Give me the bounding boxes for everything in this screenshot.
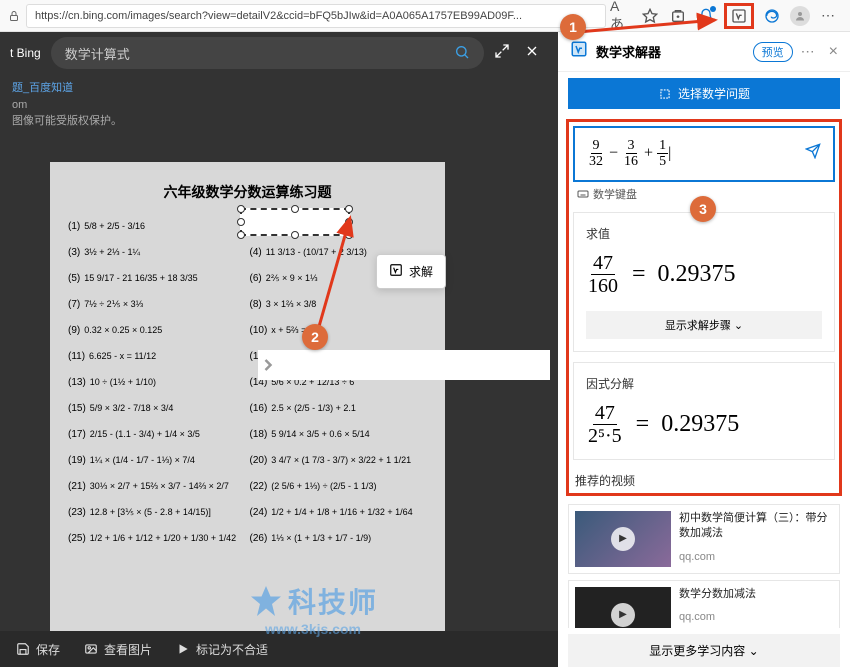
save-button[interactable]: 保存	[16, 641, 60, 658]
worksheet-problem: (25) 1/2 + 1/6 + 1/12 + 1/20 + 1/30 + 1/…	[68, 528, 246, 548]
toolbar-actions: ⋯	[634, 3, 844, 29]
video-item[interactable]: ▶ 初中数学简便计算（三）：带分数加减法 qq.com	[568, 504, 840, 574]
worksheet-problem: (7) 7½ ÷ 2⅕ × 3⅓	[68, 294, 246, 314]
profile-avatar[interactable]	[790, 6, 810, 26]
annotation-marker-1: 1	[560, 14, 586, 40]
search-icon[interactable]	[454, 44, 470, 63]
worksheet-problem: (5) 15 9/17 - 21 16/35 + 18 3/35	[68, 268, 246, 288]
notifications-icon[interactable]	[696, 6, 716, 26]
viewer-header: t Bing	[0, 32, 558, 74]
math-solver-panel: 数学求解器 预览 ⋯ × 选择数学问题 932 − 316 + 15|	[558, 32, 850, 667]
show-more-button[interactable]: 显示更多学习内容 ⌄	[568, 634, 840, 667]
worksheet-problem: (16) 2.5 × (2/5 - 1/3) + 2.1	[250, 398, 428, 418]
solve-popup[interactable]: 求解	[376, 254, 446, 289]
evaluate-card: 求值 47160 = 0.29375 显示求解步骤 ⌄	[573, 212, 835, 352]
video-item[interactable]: ▶ 数学分数加减法 qq.com	[568, 580, 840, 628]
worksheet-problem: (1) 5/8 + 2/5 - 3/16	[68, 216, 246, 236]
source-info: 题_百度知道 om 图像可能受版权保护。	[0, 74, 558, 136]
worksheet-problem: (19) 1¼ × (1/4 - 1/7 - 1⅓) × 7/4	[68, 450, 246, 470]
recommended-videos-title: 推荐的视频	[573, 472, 835, 489]
solve-label: 求解	[409, 263, 433, 280]
search-input[interactable]	[65, 46, 444, 61]
math-input-area[interactable]: 932 − 316 + 15|	[573, 126, 835, 182]
factor-result: 472⁵·5 = 0.29375	[586, 402, 822, 447]
worksheet-problem: (10) x + 5⅔ = 7.3	[250, 320, 428, 340]
worksheet-title: 六年级数学分数运算练习题	[68, 182, 427, 202]
video-thumbnail: ▶	[575, 587, 671, 628]
select-problem-button[interactable]: 选择数学问题	[568, 78, 840, 109]
worksheet-problem: (26) 1⅓ × (1 + 1/3 + 1/7 - 1/9)	[250, 528, 428, 548]
worksheet-problem: (21) 30⅓ × 2/7 + 15⅔ × 3/7 - 14⅔ × 2/7	[68, 476, 246, 496]
chevron-down-icon: ⌄	[749, 644, 759, 658]
show-steps-button[interactable]: 显示求解步骤 ⌄	[586, 311, 822, 339]
math-solver-launcher-highlight	[724, 3, 754, 29]
worksheet-problem: (23) 12.8 + [3⅕ × (5 - 2.8 + 14/15)]	[68, 502, 246, 522]
eval-label: 求值	[586, 225, 822, 242]
edge-icon[interactable]	[762, 6, 782, 26]
image-search-box[interactable]	[51, 37, 484, 69]
panel-close-icon[interactable]: ×	[829, 43, 838, 61]
collections-icon[interactable]	[668, 6, 688, 26]
viewer-bottom-bar: 保存 查看图片 标记为不合适	[0, 631, 558, 667]
factor-card: 因式分解 472⁵·5 = 0.29375	[573, 362, 835, 460]
reading-mode-icon[interactable]: Aあ	[610, 6, 630, 26]
annotation-marker-3: 3	[690, 196, 716, 222]
worksheet-problem: (11) 6.625 - x = 11/12	[68, 346, 246, 366]
worksheet-problem: (20) 3 4/7 × (1 7/3 - 3/7) × 3/22 + 1 1/…	[250, 450, 428, 470]
worksheet-problem: (3) 3½ + 2⅓ - 1¼	[68, 242, 246, 262]
worksheet-problem: (9) 0.32 × 0.25 × 0.125	[68, 320, 246, 340]
eval-result: 47160 = 0.29375	[586, 252, 822, 297]
more-icon[interactable]: ⋯	[818, 6, 838, 26]
next-image-arrow[interactable]	[258, 350, 550, 380]
panel-header: 数学求解器 预览 ⋯ ×	[558, 32, 850, 72]
lock-icon	[6, 8, 22, 24]
submit-icon[interactable]	[805, 143, 821, 164]
panel-more-icon[interactable]: ⋯	[801, 43, 815, 60]
image-viewer: t Bing 题_百度知道 om 图像可能受版权保护。	[0, 32, 558, 667]
source-domain: om	[12, 99, 27, 111]
play-icon: ▶	[611, 603, 635, 627]
worksheet-problem: (13) 10 ÷ (1½ + 1/10)	[68, 372, 246, 392]
video-source: qq.com	[679, 550, 833, 565]
flag-button[interactable]: 标记为不合适	[176, 641, 268, 658]
video-title: 数学分数加减法	[679, 587, 756, 602]
worksheet-problem: (8) 3 × 1⅔ × 3/8	[250, 294, 428, 314]
copyright-note: 图像可能受版权保护。	[12, 115, 122, 127]
worksheet-problem: (15) 5/9 × 3/2 - 7/18 × 3/4	[68, 398, 246, 418]
video-source: qq.com	[679, 610, 756, 625]
worksheet-problem: (18) 5 9/14 × 3/5 + 0.6 × 5/14	[250, 424, 428, 444]
video-list: ▶ 初中数学简便计算（三）：带分数加减法 qq.com ▶ 数学分数加减法 qq…	[558, 500, 850, 628]
source-link[interactable]: 题_百度知道	[12, 82, 73, 94]
close-icon[interactable]	[524, 43, 540, 64]
solve-icon	[389, 263, 403, 280]
worksheet-problem: (24) 1/2 + 1/4 + 1/8 + 1/16 + 1/32 + 1/6…	[250, 502, 428, 522]
video-title: 初中数学简便计算（三）：带分数加减法	[679, 511, 833, 542]
bing-logo: t Bing	[10, 46, 41, 60]
crop-selection[interactable]	[240, 208, 350, 236]
worksheet-problem: (17) 2/15 - (1.1 - 3/4) + 1/4 × 3/5	[68, 424, 246, 444]
worksheet-problem: (22) (2 5/6 + 1⅓) ÷ (2/5 - 1 1/3)	[250, 476, 428, 496]
view-image-button[interactable]: 查看图片	[84, 641, 152, 658]
preview-button[interactable]: 预览	[753, 42, 793, 62]
chevron-down-icon: ⌄	[734, 320, 743, 332]
video-thumbnail: ▶	[575, 511, 671, 567]
play-icon: ▶	[611, 527, 635, 551]
panel-title: 数学求解器	[596, 42, 745, 61]
notification-badge	[710, 6, 716, 12]
solution-highlight: 932 − 316 + 15| 数学键盘 求值 47160 =	[566, 119, 842, 496]
favorite-icon[interactable]	[640, 6, 660, 26]
expand-icon[interactable]	[494, 43, 510, 64]
browser-toolbar: https://cn.bing.com/images/search?view=d…	[0, 0, 850, 32]
factor-label: 因式分解	[586, 375, 822, 392]
math-expression: 932 − 316 + 15|	[587, 138, 797, 170]
annotation-marker-2: 2	[302, 324, 328, 350]
panel-icon	[570, 40, 588, 63]
url-bar[interactable]: https://cn.bing.com/images/search?view=d…	[26, 4, 606, 28]
math-solver-icon[interactable]	[729, 6, 749, 26]
